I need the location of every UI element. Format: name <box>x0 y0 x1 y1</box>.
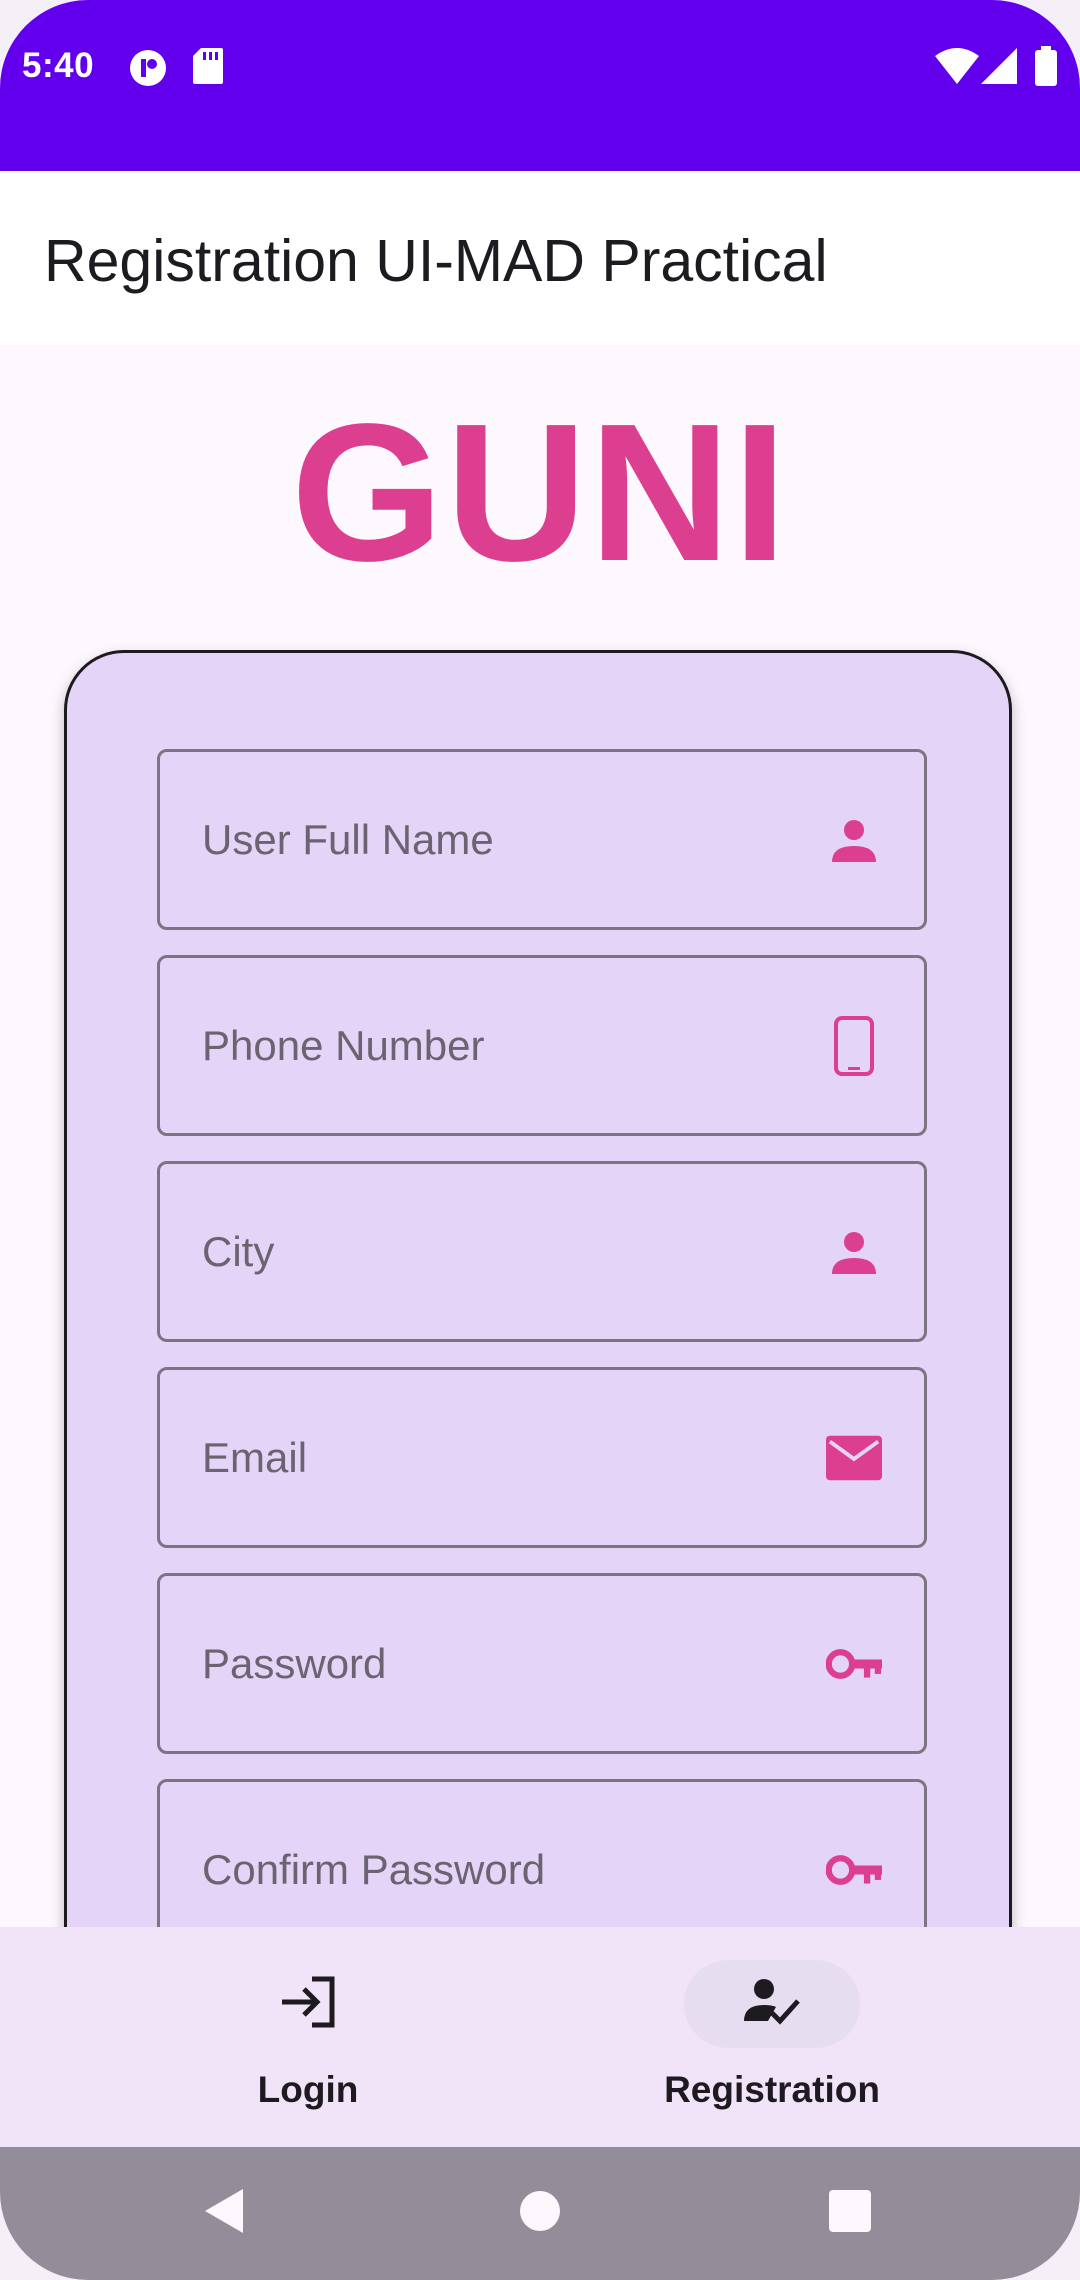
login-icon <box>278 1975 338 2034</box>
password-placeholder: Password <box>202 1639 387 1687</box>
email-placeholder: Email <box>202 1433 308 1481</box>
back-icon <box>205 2189 245 2238</box>
app-title: Registration UI-MAD Practical <box>44 228 828 294</box>
password-field[interactable]: Password <box>157 1573 927 1754</box>
recents-button[interactable] <box>790 2147 910 2280</box>
registration-card: User Full Name Phone Number City Email P… <box>64 650 1012 1927</box>
confirm-password-field[interactable]: Confirm Password <box>157 1779 927 1927</box>
mail-icon <box>826 1430 882 1486</box>
email-field[interactable]: Email <box>157 1367 927 1548</box>
home-button[interactable] <box>480 2147 600 2280</box>
how-to-reg-icon <box>742 1977 802 2032</box>
back-button[interactable] <box>165 2147 285 2280</box>
signal-icon <box>981 48 1017 89</box>
app-bar: Registration UI-MAD Practical <box>0 171 1080 345</box>
app-notification-icon <box>128 48 168 93</box>
city-placeholder: City <box>202 1227 275 1275</box>
nav-item-login[interactable]: Login <box>38 1927 578 2147</box>
nav-label-registration: Registration <box>664 2069 880 2110</box>
status-time: 5:40 <box>22 46 95 85</box>
wifi-icon <box>935 48 979 89</box>
system-navigation-bar <box>0 2147 1080 2280</box>
full-name-placeholder: User Full Name <box>202 815 494 863</box>
person-icon <box>826 812 882 868</box>
main-content: GUNI User Full Name Phone Number City Em… <box>0 345 1080 1927</box>
phone-screen: 5:40 Registration UI-MAD Practical GUNI … <box>0 0 1080 2280</box>
key-icon <box>826 1842 882 1898</box>
home-icon <box>519 2190 561 2237</box>
full-name-field[interactable]: User Full Name <box>157 749 927 930</box>
status-bar: 5:40 <box>0 0 1080 171</box>
nav-pill-registration <box>684 1960 860 2048</box>
phone-number-placeholder: Phone Number <box>202 1021 485 1069</box>
guni-logo: GUNI <box>291 383 789 602</box>
phone-icon <box>826 1015 882 1076</box>
nav-item-registration[interactable]: Registration <box>502 1927 1042 2147</box>
recents-icon <box>829 2190 871 2237</box>
city-field[interactable]: City <box>157 1161 927 1342</box>
confirm-password-placeholder: Confirm Password <box>202 1845 546 1893</box>
person-icon <box>826 1224 882 1280</box>
nav-pill-login <box>220 1960 396 2048</box>
phone-number-field[interactable]: Phone Number <box>157 955 927 1136</box>
battery-icon <box>1035 46 1057 91</box>
sd-card-icon <box>193 48 223 89</box>
bottom-navigation: Login Registration <box>0 1927 1080 2147</box>
key-icon <box>826 1636 882 1692</box>
nav-label-login: Login <box>257 2069 359 2110</box>
